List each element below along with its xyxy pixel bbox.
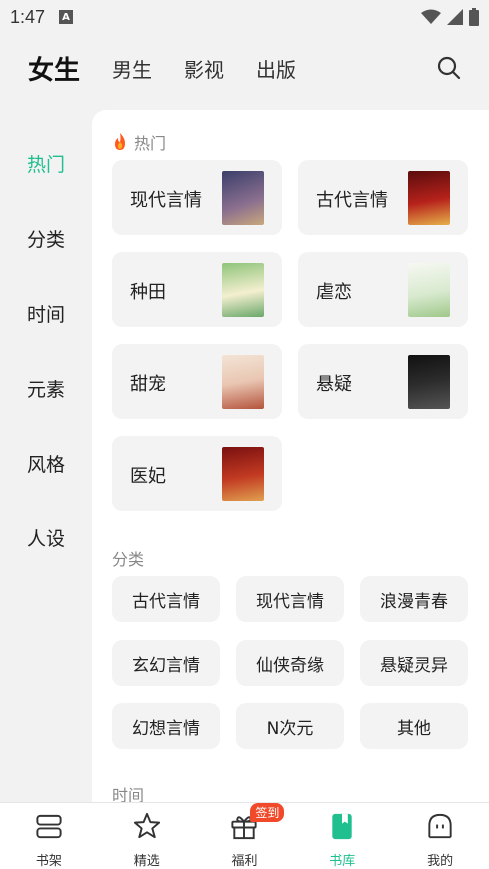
bookshelf-icon [36,814,62,839]
card-label: 古代言情 [316,190,388,211]
bottom-tab-library[interactable]: 书库 [293,803,391,869]
checkin-badge: 签到 [250,803,285,822]
tab-film[interactable]: 影视 [184,54,224,83]
category-pill[interactable]: 幻想言情 [112,703,220,749]
category-pill[interactable]: N次元 [236,703,344,749]
bottom-tab-welfare[interactable]: 福利 签到 [196,803,294,869]
bottom-tab-featured[interactable]: 精选 [98,803,196,869]
hot-card-modern[interactable]: 现代言情 [112,160,282,235]
category-section-title: 分类 [112,550,145,569]
wifi-icon [421,9,441,24]
status-bar: 1:47 A [0,0,489,34]
tab-label: 书架 [35,854,62,869]
signal-icon [447,9,463,25]
sidebar-item-element[interactable]: 元素 [27,375,65,402]
category-pill[interactable]: 悬疑灵异 [360,640,468,686]
tab-publish[interactable]: 出版 [256,54,296,83]
search-icon[interactable] [435,54,463,82]
category-pill[interactable]: 玄幻言情 [112,640,220,686]
bottom-tab-me[interactable]: 我的 [391,803,489,869]
bottom-tab-bar: 书架 精选 福利 签到 书库 我的 [0,802,489,869]
sidebar-item-persona[interactable]: 人设 [27,524,65,551]
sidebar-item-time[interactable]: 时间 [27,300,65,327]
card-label: 虐恋 [316,282,352,303]
tab-male[interactable]: 男生 [112,54,152,83]
tab-label: 书库 [329,854,356,869]
notification-a-icon: A [59,10,74,24]
hot-card-doctor-consort[interactable]: 医妃 [112,436,282,511]
card-label: 种田 [130,282,166,303]
category-pill[interactable]: 其他 [360,703,468,749]
profile-face-icon [428,813,452,839]
card-label: 现代言情 [130,190,202,211]
tab-female[interactable]: 女生 [28,50,80,87]
star-icon [133,812,160,839]
card-label: 医妃 [130,466,166,487]
book-cover [408,263,450,317]
hot-title-label: 热门 [134,134,167,153]
tab-label: 我的 [427,854,454,869]
category-sidebar: 热门 分类 时间 元素 风格 人设 [0,110,92,802]
category-pill[interactable]: 浪漫青春 [360,576,468,622]
library-book-icon [332,813,352,840]
book-cover [222,171,264,225]
card-label: 甜宠 [130,374,166,395]
top-nav: 女生 男生 影视 出版 [0,40,489,96]
battery-icon [469,8,479,26]
sidebar-item-category[interactable]: 分类 [27,225,65,252]
book-cover [222,263,264,317]
status-time: 1:47 [10,6,46,27]
category-pill[interactable]: 现代言情 [236,576,344,622]
bottom-tab-bookshelf[interactable]: 书架 [0,803,98,869]
status-icons [421,8,479,26]
tab-label: 精选 [133,854,160,869]
category-pill[interactable]: 仙侠奇缘 [236,640,344,686]
hot-card-suspense[interactable]: 悬疑 [298,344,468,419]
content-panel: 热门 现代言情 古代言情 种田 虐恋 甜宠 悬疑 医妃 分类 古代言情 现代言情… [92,110,489,802]
tab-label: 福利 [231,854,258,869]
hot-section-title: 热门 [112,130,166,154]
hot-card-sweet[interactable]: 甜宠 [112,344,282,419]
sidebar-item-hot[interactable]: 热门 [27,150,65,177]
hot-card-farming[interactable]: 种田 [112,252,282,327]
sidebar-item-style[interactable]: 风格 [27,450,65,477]
book-cover [222,355,264,409]
category-pill[interactable]: 古代言情 [112,576,220,622]
book-cover [408,171,450,225]
book-cover [222,447,264,501]
card-label: 悬疑 [316,374,352,395]
time-section-title: 时间 [112,786,145,802]
fire-icon [115,133,125,150]
book-cover [408,355,450,409]
hot-card-angst[interactable]: 虐恋 [298,252,468,327]
hot-card-ancient[interactable]: 古代言情 [298,160,468,235]
